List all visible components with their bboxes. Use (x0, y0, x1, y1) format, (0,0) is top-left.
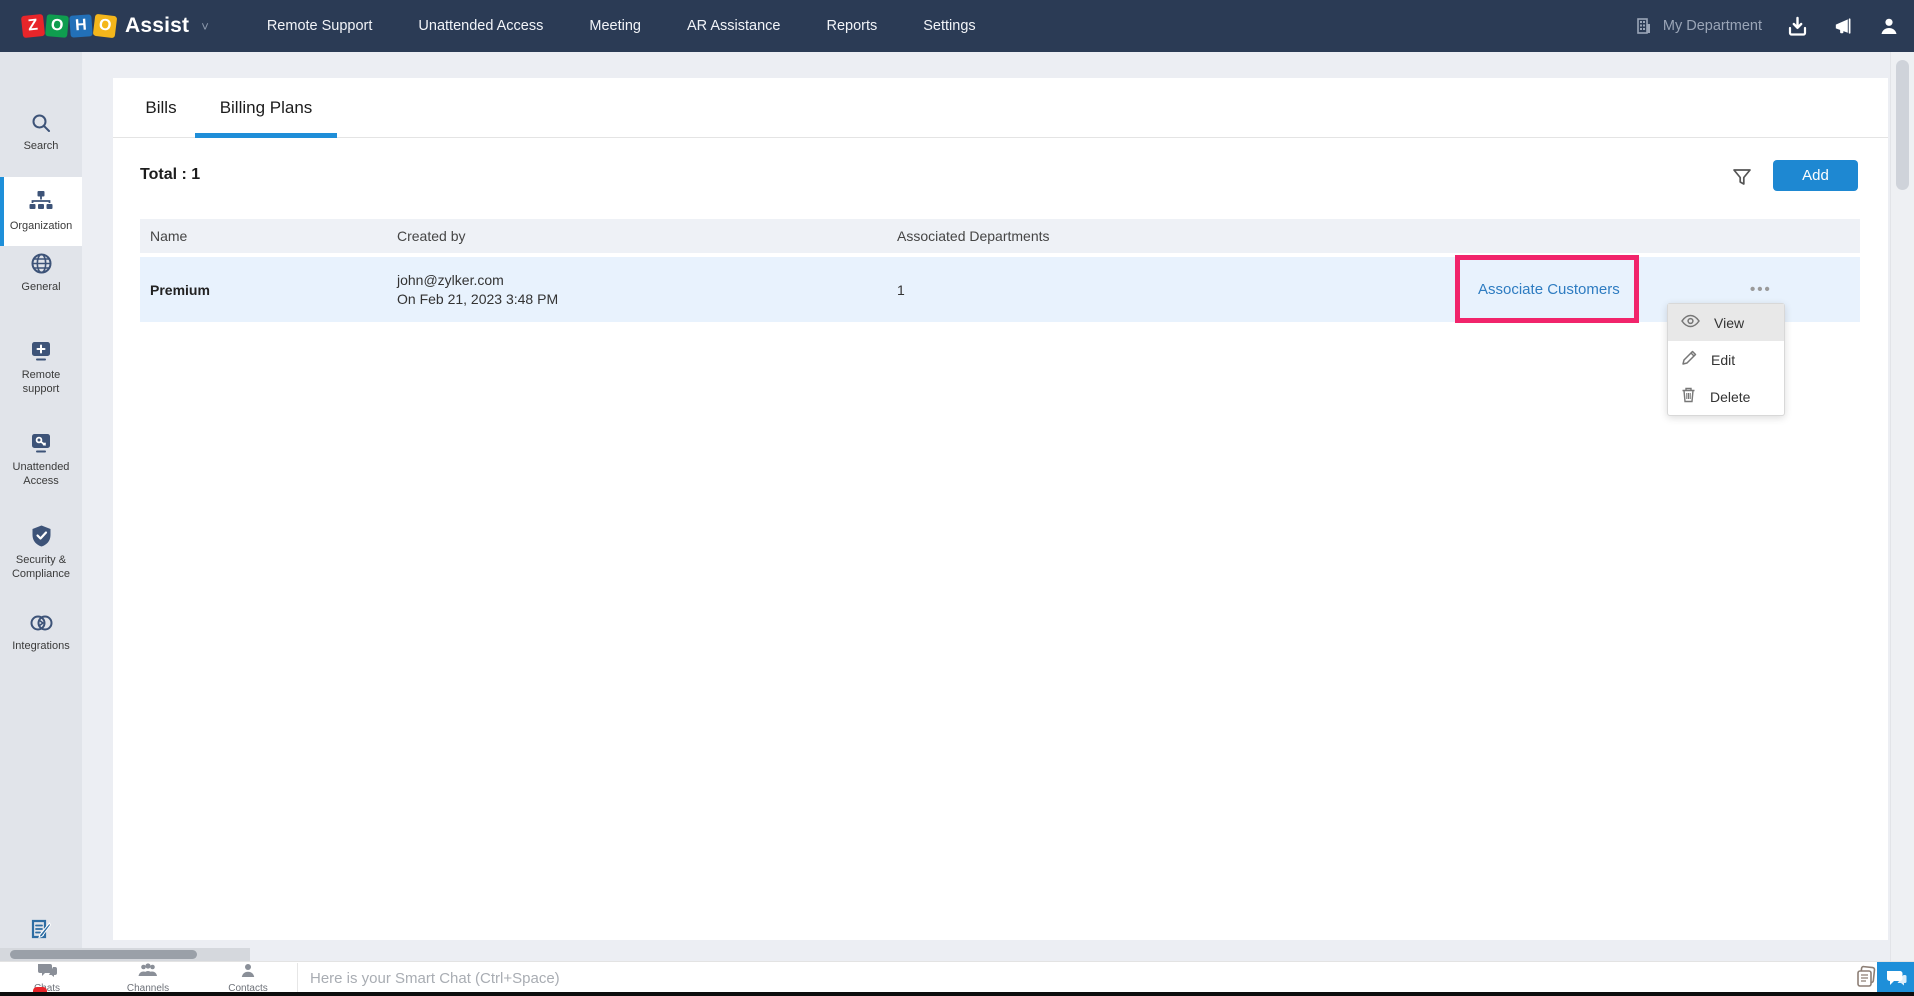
billing-content-card: Bills Billing Plans Total : 1 Add Name C… (113, 78, 1888, 940)
created-by-email: john@zylker.com (397, 271, 558, 290)
copy-pages-icon[interactable] (1855, 965, 1879, 991)
app-window: Z O H O Assist ˅ Remote Support Unattend… (0, 0, 1914, 996)
logo-letter: H (69, 14, 92, 37)
smart-chat-input[interactable] (310, 963, 1850, 993)
org-chart-icon (28, 190, 54, 214)
nav-item-meeting[interactable]: Meeting (589, 18, 641, 34)
plan-name-cell: Premium (150, 282, 210, 298)
sidebar-item-search[interactable]: Search (0, 112, 82, 164)
horizontal-scrollbar[interactable] (0, 948, 250, 961)
eye-icon (1681, 314, 1700, 331)
billing-tabs: Bills Billing Plans (113, 78, 1888, 138)
sidebar-item-label: Integrations (10, 639, 71, 653)
user-icon[interactable] (1878, 15, 1900, 37)
globe-icon (30, 252, 53, 275)
tab-billing-plans[interactable]: Billing Plans (195, 78, 337, 138)
divider (297, 963, 298, 993)
announcement-icon[interactable] (1832, 15, 1854, 37)
window-bottom-edge (0, 992, 1914, 996)
add-button[interactable]: Add (1773, 160, 1858, 191)
vertical-scrollbar[interactable] (1890, 52, 1914, 996)
search-icon (30, 112, 52, 134)
shield-check-icon (30, 524, 53, 548)
department-building-icon (1633, 15, 1655, 37)
pencil-icon (1681, 350, 1697, 369)
sidebar-item-general[interactable]: General (0, 252, 82, 307)
channels-icon (137, 963, 159, 983)
column-header-created-by[interactable]: Created by (397, 228, 465, 244)
sidebar-item-unattended-access[interactable]: Unattended Access (0, 432, 82, 502)
nav-item-remote-support[interactable]: Remote Support (267, 18, 373, 34)
horizontal-scrollbar-thumb[interactable] (10, 950, 197, 959)
sidebar-item-label: Remote support (0, 368, 82, 396)
contacts-icon (240, 963, 256, 983)
nav-item-reports[interactable]: Reports (826, 18, 877, 34)
menu-item-edit[interactable]: Edit (1668, 341, 1784, 378)
left-sidebar: Search Organization General Remote suppo… (0, 52, 82, 996)
logo-letter: Z (21, 14, 45, 38)
row-context-menu: View Edit Delete (1667, 303, 1785, 416)
product-name: Assist (125, 14, 189, 38)
column-header-associated-departments[interactable]: Associated Departments (897, 228, 1050, 244)
unattended-access-icon (29, 432, 53, 455)
chevron-down-icon[interactable]: ˅ (201, 19, 209, 34)
menu-item-delete[interactable]: Delete (1668, 378, 1784, 415)
download-icon[interactable] (1786, 15, 1808, 37)
filter-icon[interactable] (1731, 166, 1753, 188)
created-by-date: On Feb 21, 2023 3:48 PM (397, 290, 558, 309)
zoho-logo: Z O H O (22, 15, 116, 37)
menu-item-view[interactable]: View (1668, 304, 1784, 341)
top-navbar: Z O H O Assist ˅ Remote Support Unattend… (0, 0, 1914, 52)
sidebar-item-label: General (19, 280, 62, 294)
navbar-right: My Department (1633, 0, 1900, 52)
chat-tab-chats[interactable]: Chats (7, 963, 87, 993)
smart-chat-bar: Chats Channels Contacts (0, 961, 1914, 992)
sidebar-item-label: Organization (8, 219, 74, 233)
chat-tab-contacts[interactable]: Contacts (208, 963, 288, 993)
integrations-icon (29, 612, 54, 634)
menu-item-label: Edit (1711, 352, 1735, 368)
column-header-name[interactable]: Name (150, 228, 187, 244)
logo-letter: O (93, 14, 118, 39)
created-by-cell: john@zylker.com On Feb 21, 2023 3:48 PM (397, 271, 558, 309)
department-label: My Department (1663, 18, 1762, 34)
remote-support-icon (29, 340, 53, 363)
nav-item-settings[interactable]: Settings (923, 18, 975, 34)
sidebar-item-security-compliance[interactable]: Security & Compliance (0, 524, 82, 592)
associated-departments-cell: 1 (897, 282, 905, 298)
smart-chat-icon[interactable] (1877, 962, 1914, 993)
table-row[interactable]: Premium john@zylker.com On Feb 21, 2023 … (140, 257, 1860, 322)
sidebar-item-label: Unattended Access (0, 460, 82, 488)
trash-icon (1681, 387, 1696, 406)
nav-item-unattended-access[interactable]: Unattended Access (418, 18, 543, 34)
zoho-assist-logo[interactable]: Z O H O Assist ˅ (22, 14, 209, 38)
ellipsis-icon[interactable]: ••• (1750, 281, 1772, 298)
associate-customers-link[interactable]: Associate Customers (1478, 281, 1620, 298)
nav-item-ar-assistance[interactable]: AR Assistance (687, 18, 781, 34)
tab-bills[interactable]: Bills (138, 78, 184, 138)
sidebar-item-label: Security & Compliance (0, 553, 82, 581)
logo-letter: O (45, 14, 69, 38)
feedback-icon (29, 917, 53, 941)
table-header-row: Name Created by Associated Departments (140, 219, 1860, 253)
department-selector[interactable]: My Department (1633, 15, 1762, 37)
vertical-scrollbar-thumb[interactable] (1896, 60, 1909, 190)
menu-item-label: View (1714, 315, 1744, 331)
sidebar-item-integrations[interactable]: Integrations (0, 612, 82, 667)
menu-item-label: Delete (1710, 389, 1750, 405)
navbar-menu: Remote Support Unattended Access Meeting… (267, 18, 976, 34)
sidebar-item-label: Search (22, 139, 61, 153)
chats-icon (36, 963, 58, 983)
chat-tab-channels[interactable]: Channels (108, 963, 188, 993)
sidebar-item-remote-support[interactable]: Remote support (0, 340, 82, 410)
sidebar-item-organization[interactable]: Organization (0, 177, 82, 246)
total-count-label: Total : 1 (140, 166, 200, 184)
